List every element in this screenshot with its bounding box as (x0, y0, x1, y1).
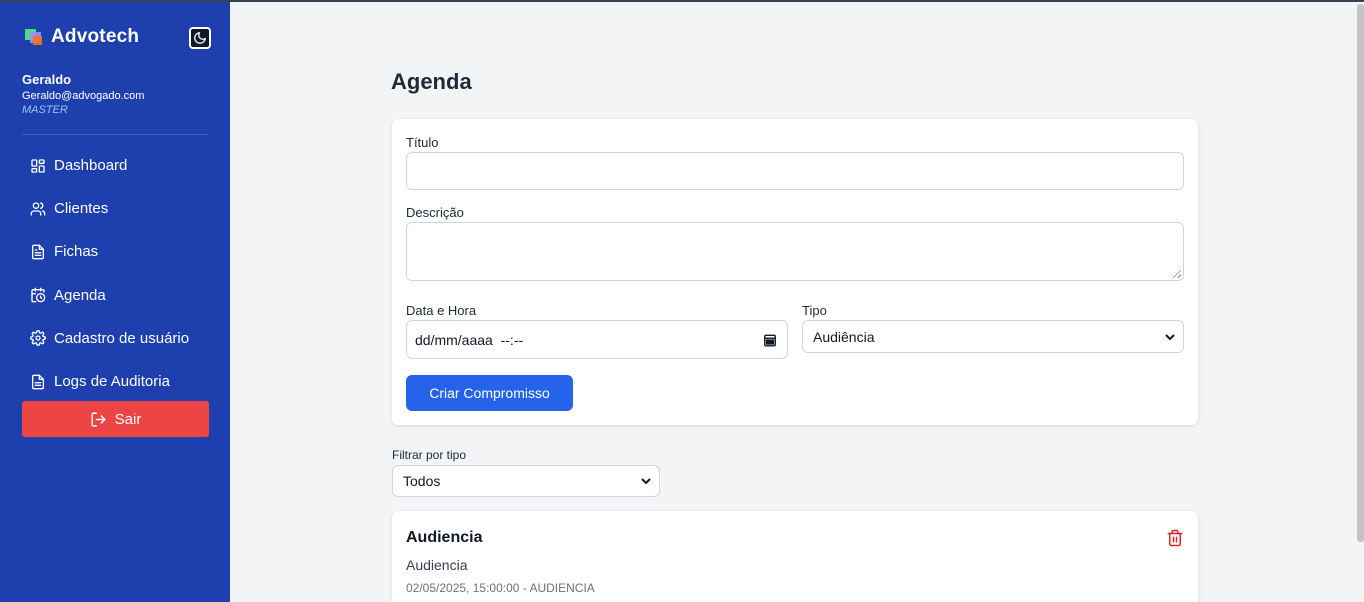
description-label: Descrição (406, 205, 464, 220)
sidebar-item-label: Clientes (54, 200, 109, 218)
theme-toggle-button[interactable] (189, 27, 211, 49)
file-icon (30, 244, 46, 260)
title-label: Título (406, 135, 439, 150)
sidebar-item-label: Cadastro de usuário (54, 329, 190, 347)
brand-name: Advotech (51, 26, 140, 47)
chevron-down-icon (641, 476, 651, 486)
event-title: Audiencia (406, 529, 483, 546)
sidebar-nav: Dashboard Clientes Fichas Agenda Cadastr… (22, 144, 208, 403)
sidebar-item-clientes[interactable]: Clientes (22, 187, 208, 230)
type-select[interactable]: Audiência (802, 320, 1184, 353)
brand-logo-icon (24, 27, 44, 47)
sidebar-item-cadastro-usuario[interactable]: Cadastro de usuário (22, 317, 208, 360)
sidebar-item-label: Dashboard (54, 157, 128, 175)
sidebar: Advotech Geraldo Geraldo@advogado.com MA… (0, 2, 230, 602)
user-info: Geraldo Geraldo@advogado.com MASTER (22, 72, 208, 116)
sidebar-item-logs-auditoria[interactable]: Logs de Auditoria (22, 360, 208, 403)
event-description: Audiencia (406, 557, 468, 573)
calendar-clock-icon (30, 287, 46, 303)
resize-handle[interactable] (1173, 270, 1181, 278)
type-label: Tipo (802, 303, 827, 318)
trash-icon[interactable] (1166, 529, 1184, 547)
users-icon (30, 201, 46, 217)
logout-label: Sair (114, 410, 142, 428)
sidebar-item-dashboard[interactable]: Dashboard (22, 144, 208, 187)
type-select-value: Audiência (813, 328, 875, 345)
datetime-input[interactable]: dd/mm/aaaa --:-- (406, 320, 788, 359)
page-scrollbar[interactable] (1357, 4, 1364, 542)
sidebar-item-label: Fichas (54, 243, 99, 261)
sidebar-item-label: Agenda (54, 286, 106, 304)
filter-type-select[interactable]: Todos (392, 465, 660, 497)
logout-button[interactable]: Sair (22, 401, 209, 437)
logout-icon (90, 411, 107, 428)
datetime-label: Data e Hora (406, 303, 477, 318)
event-card: Audiencia Audiencia 02/05/2025, 15:00:00… (392, 511, 1198, 602)
file-text-icon (30, 374, 46, 390)
event-datetime-type: 02/05/2025, 15:00:00 - AUDIENCIA (406, 581, 595, 595)
dashboard-icon (30, 158, 46, 174)
calendar-icon[interactable] (763, 333, 777, 347)
sidebar-item-label: Logs de Auditoria (54, 373, 170, 391)
sidebar-item-agenda[interactable]: Agenda (22, 274, 208, 317)
user-name: Geraldo (22, 72, 72, 87)
description-textarea[interactable] (406, 222, 1184, 281)
sidebar-item-fichas[interactable]: Fichas (22, 230, 208, 273)
datetime-placeholder: dd/mm/aaaa --:-- (415, 331, 524, 348)
create-appointment-form: Título Descrição Data e Hora dd/mm/aaaa … (392, 119, 1198, 425)
moon-icon (194, 32, 206, 44)
brand[interactable]: Advotech (24, 26, 139, 48)
sidebar-divider (22, 134, 208, 135)
create-appointment-button[interactable]: Criar Compromisso (406, 375, 573, 411)
filter-select-value: Todos (403, 473, 441, 489)
chevron-down-icon (1165, 332, 1175, 342)
gear-icon (30, 330, 46, 347)
user-role: MASTER (22, 104, 68, 116)
user-email: Geraldo@advogado.com (22, 90, 145, 102)
page-title: Agenda (391, 69, 472, 94)
filter-label: Filtrar por tipo (392, 448, 467, 462)
title-input[interactable] (406, 152, 1184, 190)
